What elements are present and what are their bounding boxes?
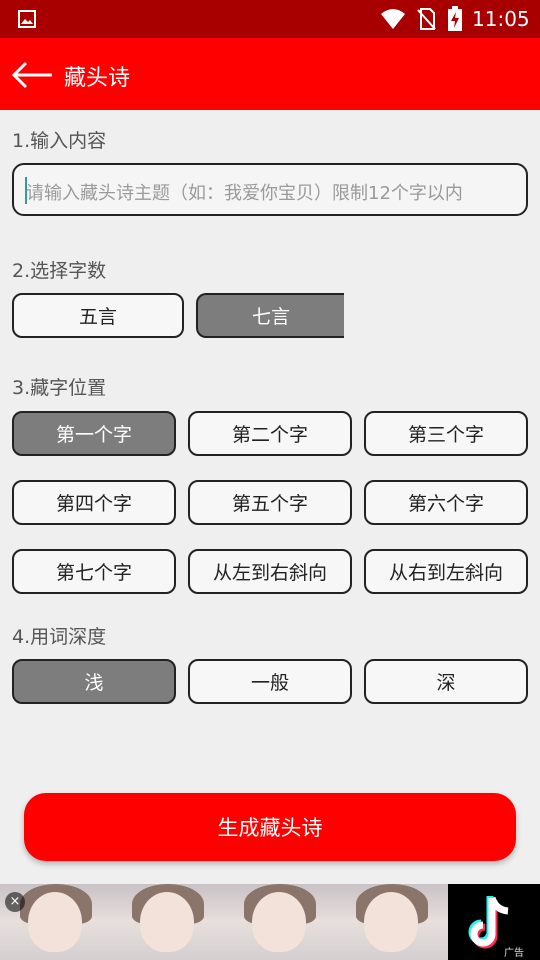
ad-image [112,884,224,960]
section-label-char-count: 2.选择字数 [12,260,107,282]
picture-icon [18,10,36,28]
theme-input[interactable]: 请输入藏头诗主题（如：我爱你宝贝）限制12个字以内 [12,163,528,216]
section-label-input: 1.输入内容 [12,130,107,152]
back-arrow-icon[interactable] [10,60,54,90]
option-depth-normal[interactable]: 一般 [188,659,352,704]
option-depth-deep[interactable]: 深 [364,659,528,704]
ad-logo-panel: 广告 [448,884,540,960]
option-position-2[interactable]: 第二个字 [188,411,352,456]
option-position-6[interactable]: 第六个字 [364,480,528,525]
option-position-5[interactable]: 第五个字 [188,480,352,525]
option-position-4[interactable]: 第四个字 [12,480,176,525]
status-bar: 11:05 [0,0,540,38]
option-position-7[interactable]: 第七个字 [12,549,176,594]
wifi-icon [381,9,405,29]
option-depth-shallow[interactable]: 浅 [12,659,176,704]
no-sim-icon [417,8,436,30]
option-seven-char[interactable]: 七言 [196,293,344,338]
ad-banner[interactable]: × 广告 [0,884,540,960]
theme-input-placeholder: 请输入藏头诗主题（如：我爱你宝贝）限制12个字以内 [26,183,463,204]
option-diagonal-right-left[interactable]: 从右到左斜向 [364,549,528,594]
section-label-depth: 4.用词深度 [12,626,107,648]
section-label-position: 3.藏字位置 [12,377,107,399]
page-title: 藏头诗 [64,66,131,91]
battery-charging-icon [448,6,462,31]
app-bar: 藏头诗 [0,38,540,110]
option-position-3[interactable]: 第三个字 [364,411,528,456]
ad-image [224,884,336,960]
tiktok-logo-icon [468,896,509,949]
ad-close-button[interactable]: × [5,892,25,912]
ad-image [336,884,448,960]
option-position-1[interactable]: 第一个字 [12,411,176,456]
ad-tag: 广告 [504,948,524,959]
generate-poem-button[interactable]: 生成藏头诗 [24,793,516,861]
option-five-char[interactable]: 五言 [12,293,184,338]
clock: 11:05 [472,7,530,31]
option-diagonal-left-right[interactable]: 从左到右斜向 [188,549,352,594]
